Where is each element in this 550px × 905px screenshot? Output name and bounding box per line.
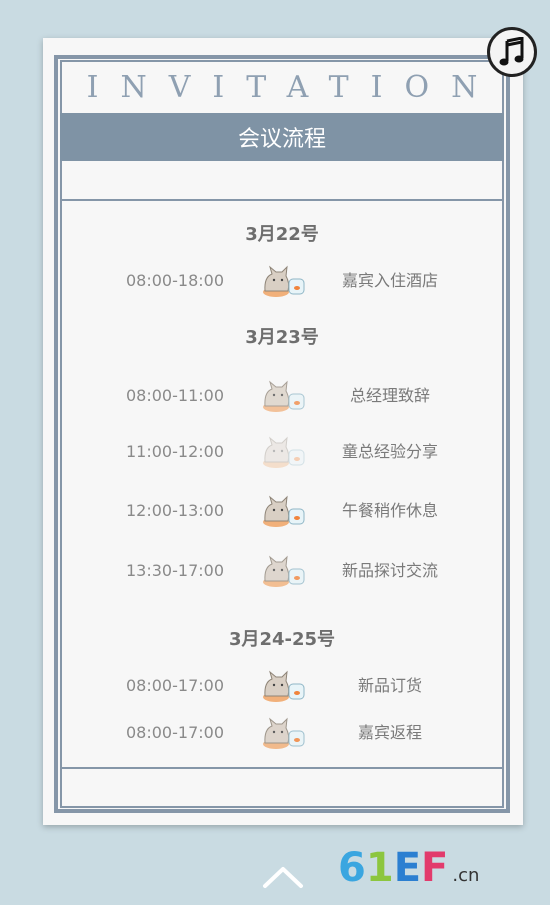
bottom-divider — [60, 767, 504, 769]
schedule-row: 08:00-11:00 总经理致辞 — [60, 376, 504, 416]
schedule-event: 童总经验分享 — [341, 442, 438, 461]
cat-fishbowl-icon — [263, 670, 305, 702]
schedule-event: 新品订货 — [357, 676, 422, 695]
schedule-event: 午餐稍作休息 — [341, 501, 438, 520]
logo-char: 1 — [365, 845, 394, 891]
schedule-row: 12:00-13:00 午餐稍作休息 — [60, 491, 504, 531]
schedule-time: 08:00-17:00 — [126, 676, 224, 695]
schedule-time: 08:00-17:00 — [126, 723, 224, 742]
schedule-time: 08:00-18:00 — [126, 271, 224, 290]
schedule-event: 总经理致辞 — [349, 386, 430, 405]
schedule-row: 13:30-17:00 新品探讨交流 — [60, 551, 504, 591]
schedule-event: 嘉宾入住酒店 — [341, 271, 438, 290]
logo-suffix: .cn — [452, 865, 480, 886]
day-title: 3月24-25号 — [228, 629, 336, 650]
day-title: 3月23号 — [245, 327, 319, 348]
schedule-header-label: 会议流程 — [237, 127, 326, 152]
schedule-header: 会议流程 — [60, 113, 504, 161]
logo-mark: 61EF — [338, 848, 448, 888]
schedule-time: 11:00-12:00 — [126, 442, 224, 461]
schedule-time: 13:30-17:00 — [126, 561, 224, 580]
cat-fishbowl-icon — [263, 495, 305, 527]
logo-char: E — [393, 845, 422, 891]
schedule-event: 嘉宾返程 — [357, 723, 422, 742]
logo-char: F — [421, 845, 449, 891]
site-logo: 61EF .cn — [338, 848, 479, 888]
schedule-event: 新品探讨交流 — [341, 561, 438, 580]
schedule-row: 11:00-12:00 童总经验分享 — [60, 432, 504, 472]
cat-fishbowl-icon — [263, 717, 305, 749]
schedule-time: 12:00-13:00 — [126, 501, 224, 520]
schedule-row: 08:00-18:00 嘉宾入住酒店 — [60, 261, 504, 301]
chevron-up-icon[interactable] — [262, 862, 304, 890]
cat-fishbowl-icon — [263, 265, 305, 297]
schedule-row: 08:00-17:00 嘉宾返程 — [60, 713, 504, 753]
title-band: INVITATION — [60, 61, 504, 113]
music-note-icon — [499, 37, 524, 66]
logo-char: 6 — [338, 845, 366, 891]
schedule-time: 08:00-11:00 — [126, 386, 224, 405]
top-divider — [60, 199, 504, 201]
schedule-row: 08:00-17:00 新品订货 — [60, 666, 504, 706]
day-title: 3月22号 — [245, 224, 319, 245]
music-button[interactable] — [487, 27, 537, 77]
cat-fishbowl-icon — [263, 380, 305, 412]
cat-fishbowl-icon — [263, 555, 305, 587]
invitation-title: INVITATION — [86, 69, 500, 105]
cat-fishbowl-icon — [263, 436, 305, 468]
